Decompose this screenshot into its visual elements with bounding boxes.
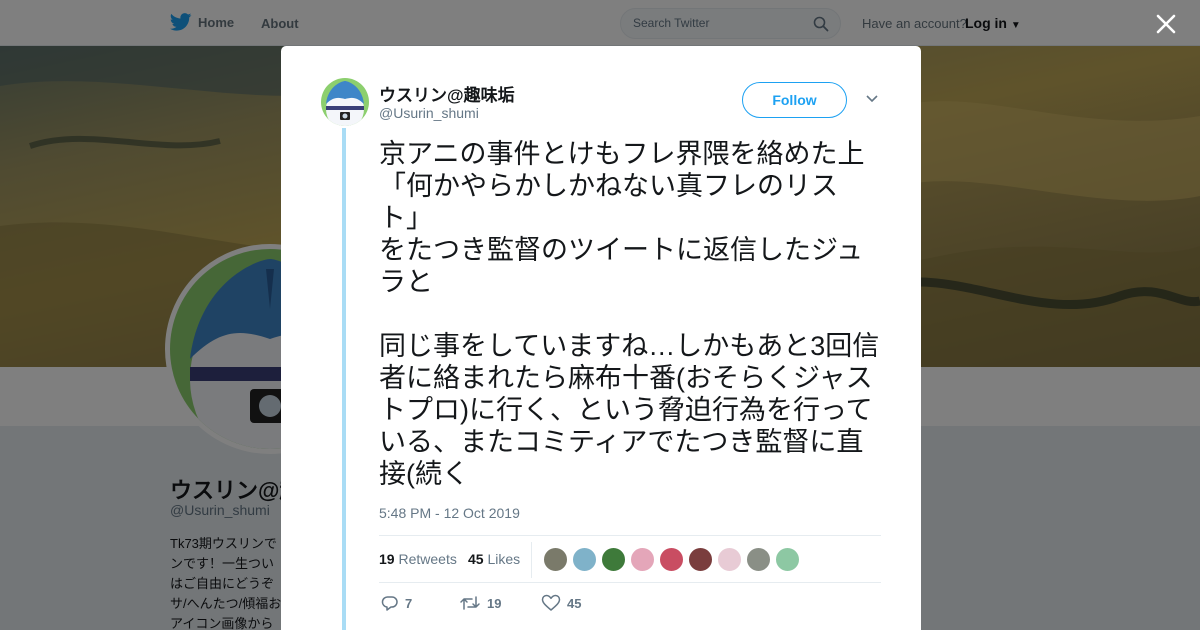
tweet-actions: 7 19 45 [381,594,581,612]
like-count: 45 [468,551,484,567]
reply-count: 7 [405,595,413,611]
liker-avatar[interactable] [601,547,626,572]
tweet-timestamp[interactable]: 5:48 PM - 12 Oct 2019 [379,505,520,521]
liker-avatar[interactable] [543,547,568,572]
like-button[interactable]: 45 [541,594,581,612]
liker-avatar[interactable] [775,547,800,572]
thread-line [342,128,346,630]
liker-avatar[interactable] [630,547,655,572]
retweet-count: 19 [379,551,395,567]
like-action-count: 45 [567,595,582,611]
stats-divider [531,542,532,578]
author-name[interactable]: ウスリン@趣味垢 [379,81,515,106]
author-handle[interactable]: @Usurin_shumi [379,105,479,121]
follow-button[interactable]: Follow [742,82,847,118]
close-icon[interactable] [1152,10,1180,38]
retweet-button[interactable]: 19 [459,594,541,612]
retweet-stat-label: Retweets [398,551,457,567]
reply-icon [381,596,398,611]
liker-avatar[interactable] [717,547,742,572]
liker-avatar[interactable] [659,547,684,572]
liker-avatar[interactable] [746,547,771,572]
chevron-down-icon[interactable] [865,94,879,104]
mascot-avatar-icon [321,78,369,126]
like-stat-label: Likes [487,551,521,567]
retweet-icon [460,596,480,610]
liker-avatar[interactable] [688,547,713,572]
tweet-text: 京アニの事件とけもフレ界隈を絡めた上 「何かやらかしかねない真フレのリスト」 を… [379,139,880,489]
tweet-modal: ウスリン@趣味垢 @Usurin_shumi Follow 京アニの事件とけもフ… [281,46,921,630]
author-avatar[interactable] [321,78,369,126]
retweet-stat[interactable]: 19 Retweets [379,551,457,567]
liker-avatar[interactable] [572,547,597,572]
like-stat[interactable]: 45 Likes [468,551,520,567]
tweet-stats: 19 Retweets 45 Likes [379,535,881,583]
reply-button[interactable]: 7 [381,594,459,612]
retweet-action-count: 19 [487,595,502,611]
heart-icon [541,594,561,611]
liker-avatars [543,547,800,572]
